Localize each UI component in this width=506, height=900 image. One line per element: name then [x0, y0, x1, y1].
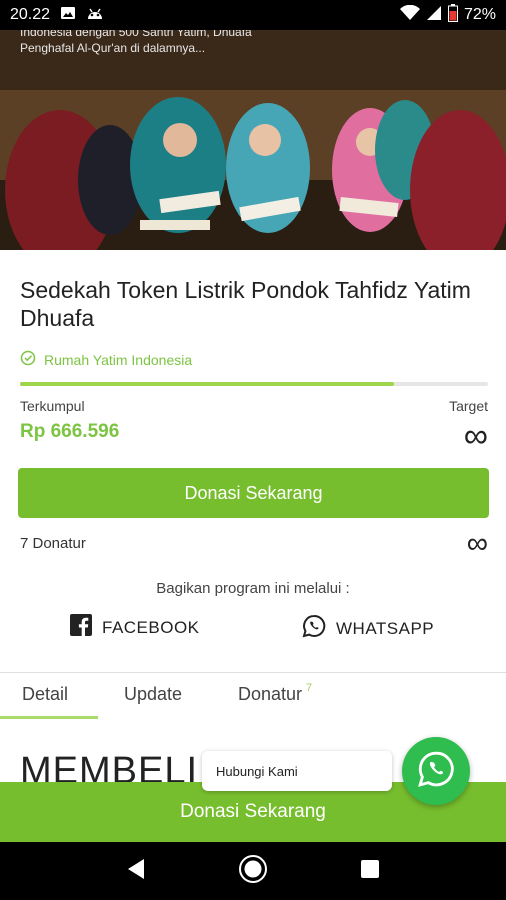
campaign-hero-image: Indonesia dengan 500 Santri Yatim, Dhuaf…	[0, 30, 506, 250]
battery-percent: 72%	[463, 6, 496, 23]
collected-label: Terkumpul	[20, 398, 85, 414]
donor-target: ∞	[466, 527, 488, 560]
whatsapp-icon	[302, 614, 326, 643]
share-facebook-button[interactable]: FACEBOOK	[70, 614, 200, 641]
tab-donatur[interactable]: Donatur 7	[238, 682, 313, 705]
wifi-icon	[399, 4, 420, 26]
share-whatsapp-button[interactable]: WHATSAPP	[302, 614, 434, 643]
android-icon	[86, 6, 104, 25]
facebook-label: FACEBOOK	[102, 617, 200, 637]
campaign-tabs: Detail Update Donatur 7	[0, 674, 506, 719]
system-navigation-bar	[0, 842, 506, 900]
tab-donatur-label: Donatur	[238, 684, 303, 704]
target-label: Target	[449, 398, 488, 414]
section-divider	[0, 672, 506, 673]
campaign-title: Sedekah Token Listrik Pondok Tahfidz Yat…	[20, 277, 471, 331]
back-icon[interactable]	[126, 858, 146, 885]
verified-check-icon	[20, 350, 36, 369]
whatsapp-fab-icon	[417, 750, 455, 793]
contact-us-tooltip[interactable]: Hubungi Kami	[202, 751, 392, 791]
collected-amount: Rp 666.596	[20, 421, 120, 442]
image-icon	[60, 6, 76, 25]
whatsapp-chat-fab[interactable]	[402, 737, 470, 805]
organizer-link[interactable]: Rumah Yatim Indonesia	[20, 350, 192, 369]
tab-donatur-count: 7	[306, 682, 313, 694]
share-title: Bagikan program ini melalui :	[156, 580, 350, 597]
status-bar: 20.22 72%	[0, 0, 506, 30]
target-value: ∞	[463, 417, 488, 455]
hero-caption: Indonesia dengan 500 Santri Yatim, Dhuaf…	[20, 30, 340, 56]
facebook-icon	[70, 614, 92, 641]
tab-detail[interactable]: Detail	[22, 684, 68, 705]
home-icon[interactable]	[238, 854, 268, 889]
recents-icon[interactable]	[360, 859, 380, 884]
active-tab-indicator	[0, 716, 98, 719]
status-time: 20.22	[10, 6, 51, 23]
hero-caption-line1: Indonesia dengan 500 Santri Yatim, Dhuaf…	[20, 30, 252, 39]
funding-progress-bar	[20, 382, 488, 386]
hero-caption-line2: Penghafal Al-Qur'an di dalamnya...	[20, 41, 206, 55]
signal-icon	[426, 5, 442, 26]
hero-illustration	[0, 30, 506, 250]
donor-count[interactable]: 7 Donatur	[20, 535, 86, 552]
tab-update[interactable]: Update	[124, 684, 182, 705]
funding-progress-fill	[20, 382, 395, 386]
battery-icon	[447, 3, 458, 27]
whatsapp-label: WHATSAPP	[336, 618, 435, 638]
organizer-name: Rumah Yatim Indonesia	[44, 351, 193, 368]
donate-now-button[interactable]: Donasi Sekarang	[18, 468, 489, 518]
